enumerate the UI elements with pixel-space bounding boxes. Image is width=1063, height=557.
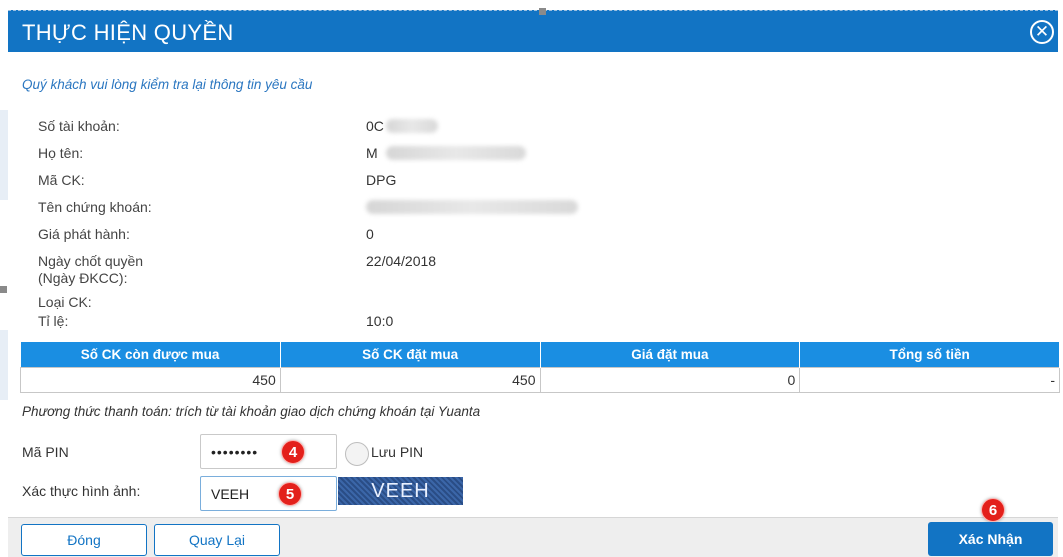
col-total-amount: Tổng số tiền: [799, 342, 1060, 367]
save-pin-label[interactable]: Lưu PIN: [371, 444, 423, 460]
captcha-label: Xác thực hình ảnh:: [22, 483, 141, 499]
table-header-row: Số CK còn được mua Số CK đặt mua Giá đặt…: [20, 342, 1060, 367]
dialog-title: THỰC HIỆN QUYỀN: [22, 20, 234, 45]
account-number-label: Số tài khoản:: [38, 118, 120, 134]
account-number-value: 0C: [366, 118, 384, 134]
pin-input[interactable]: [200, 434, 337, 469]
col-ordered-shares: Số CK đặt mua: [280, 342, 541, 367]
cell-ordered-shares[interactable]: 450: [279, 366, 541, 393]
save-pin-checkbox[interactable]: [345, 442, 369, 466]
step-badge-6: 6: [981, 498, 1005, 522]
payment-method-note: Phương thức thanh toán: trích từ tài kho…: [22, 404, 481, 419]
redacted-blur: [386, 119, 438, 133]
stock-code-label: Mã CK:: [38, 172, 85, 188]
confirm-button[interactable]: Xác Nhận: [928, 522, 1053, 556]
col-remaining-shares: Số CK còn được mua: [20, 342, 281, 367]
record-date-label: Ngày chốt quyền (Ngày ĐKCC):: [38, 253, 144, 286]
stock-code-value: DPG: [366, 172, 397, 188]
ratio-label: Tỉ lệ:: [38, 313, 69, 329]
full-name-label: Họ tên:: [38, 145, 84, 161]
back-button[interactable]: Quay Lại: [154, 524, 280, 556]
col-order-price: Giá đặt mua: [540, 342, 801, 367]
step-badge-4: 4: [281, 440, 305, 464]
stock-type-label: Loại CK:: [38, 294, 92, 310]
dialog-titlebar: THỰC HIỆN QUYỀN ✕: [8, 10, 1058, 52]
redacted-blur: [386, 146, 526, 160]
ratio-value: 10:0: [366, 313, 394, 329]
resize-handle[interactable]: [0, 286, 7, 293]
intro-text: Quý khách vui lòng kiểm tra lại thông ti…: [22, 77, 313, 92]
close-button[interactable]: Đóng: [21, 524, 147, 556]
issue-price-label: Giá phát hành:: [38, 226, 130, 242]
close-icon[interactable]: ✕: [1030, 20, 1054, 44]
captcha-image[interactable]: VEEH: [338, 477, 463, 505]
exercise-rights-dialog: THỰC HIỆN QUYỀN ✕ Quý khách vui lòng kiể…: [0, 0, 1060, 557]
cell-remaining-shares: 450: [20, 366, 281, 393]
table-row: 450 450 0 -: [20, 366, 1060, 393]
pin-label: Mã PIN: [22, 444, 69, 460]
background-decoration: [0, 330, 8, 400]
captcha-input[interactable]: [200, 476, 337, 511]
resize-handle[interactable]: [539, 8, 546, 15]
stock-name-label: Tên chứng khoán:: [38, 199, 152, 215]
record-date-value: 22/04/2018: [366, 253, 437, 269]
redacted-blur: [366, 200, 578, 214]
cell-order-price: 0: [539, 366, 801, 393]
issue-price-value: 0: [366, 226, 374, 242]
step-badge-5: 5: [278, 482, 302, 506]
cell-total-amount: -: [799, 366, 1060, 393]
full-name-value: M: [366, 145, 378, 161]
background-decoration: [0, 110, 8, 200]
subscription-table: Số CK còn được mua Số CK đặt mua Giá đặt…: [20, 342, 1060, 393]
